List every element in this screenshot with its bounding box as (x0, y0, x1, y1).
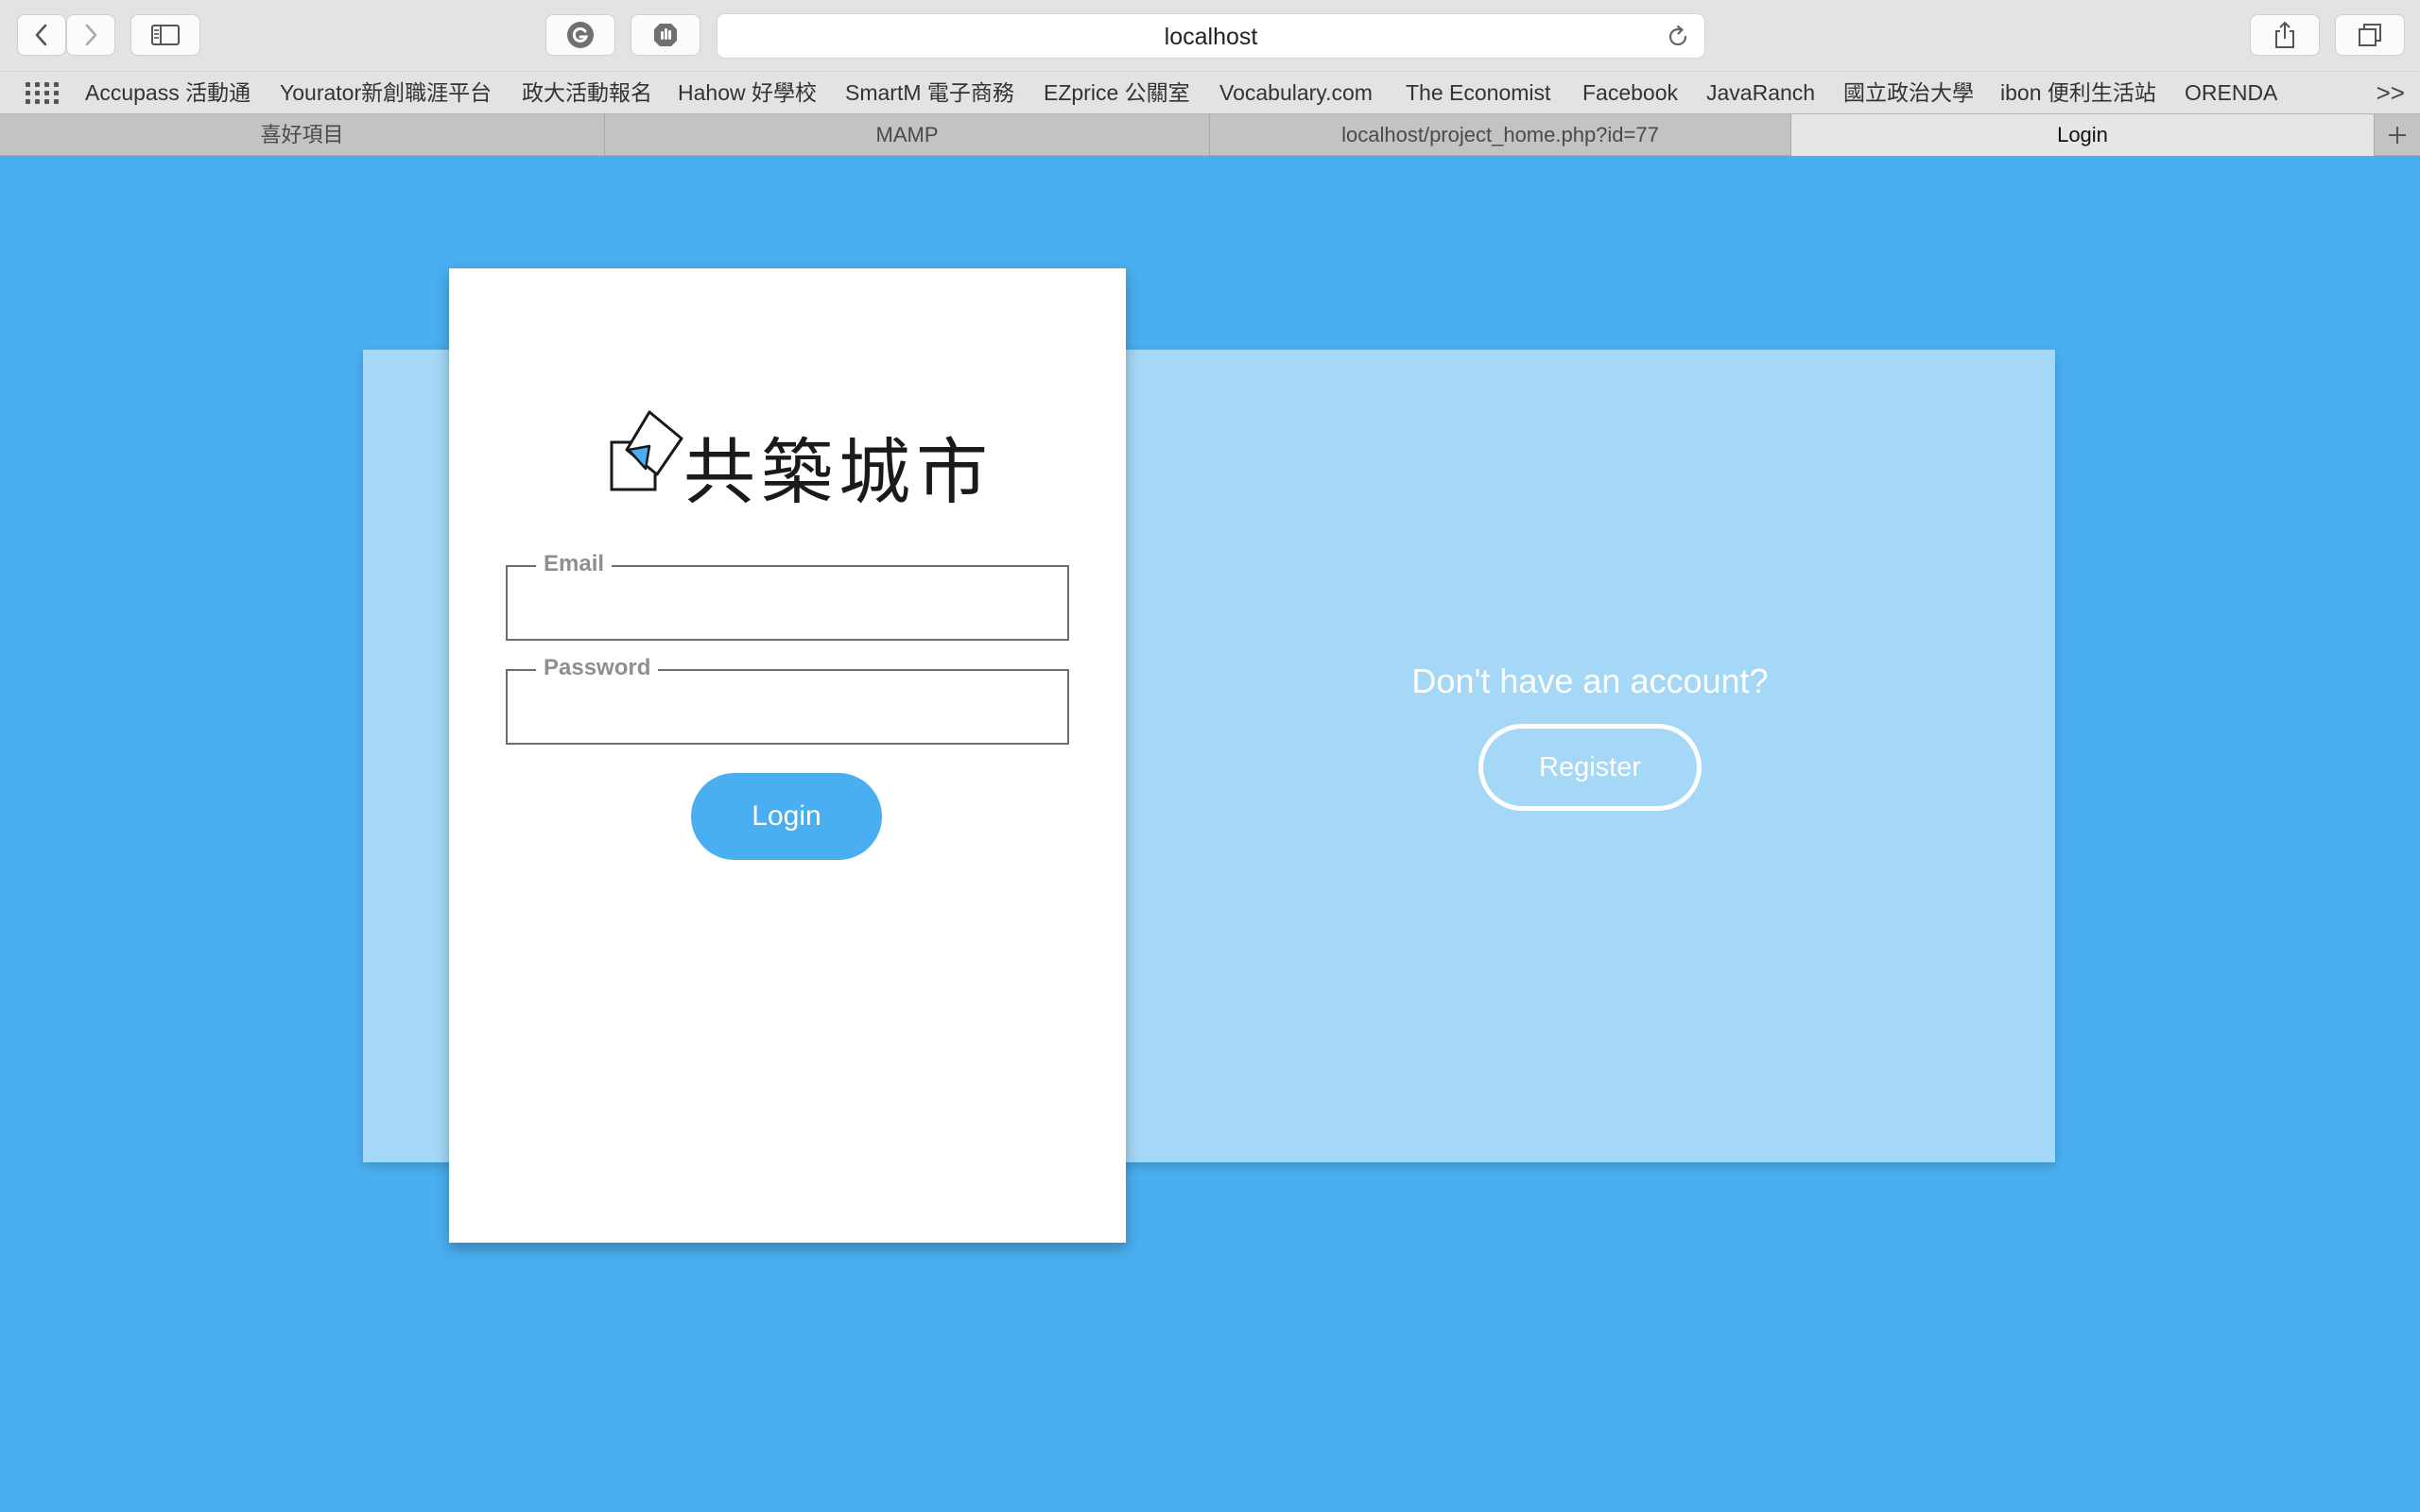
address-bar[interactable]: localhost (717, 13, 1705, 59)
back-icon (35, 24, 47, 46)
share-icon (2275, 21, 2294, 48)
privacy-extension-button[interactable] (631, 14, 700, 56)
email-field: Email (506, 551, 1069, 641)
bookmark-nccu-events[interactable]: 政大活動報名 (522, 72, 652, 114)
tab-favorites[interactable]: 喜好項目 (0, 114, 605, 156)
sidebar-button[interactable] (130, 14, 200, 56)
tab-project-home[interactable]: localhost/project_home.php?id=77 (1210, 114, 1791, 156)
bookmark-facebook[interactable]: Facebook (1582, 72, 1678, 114)
login-button[interactable]: Login (691, 773, 882, 860)
bookmark-nccu[interactable]: 國立政治大學 (1843, 72, 1974, 114)
reload-button[interactable] (1665, 24, 1691, 55)
reload-icon (1668, 25, 1687, 46)
new-tab-button[interactable] (2375, 114, 2420, 156)
privacy-icon (654, 24, 677, 46)
register-prompt: Don't have an account? (1411, 662, 1769, 700)
site-logo: 共築城市 (608, 408, 988, 514)
register-section: Don't have an account? Register (1125, 350, 2055, 1162)
tabs-overview-icon (2359, 24, 2381, 46)
new-tab-icon (2389, 127, 2406, 144)
grammarly-icon (567, 22, 594, 48)
bookmark-javaranch[interactable]: JavaRanch (1706, 72, 1815, 114)
share-button[interactable] (2250, 14, 2320, 56)
logo-wordmark: 共築城市 (683, 430, 994, 514)
password-field: Password (506, 655, 1069, 745)
tab-login[interactable]: Login (1791, 114, 2375, 156)
bookmark-accupass[interactable]: Accupass 活動通 (85, 72, 251, 114)
tab-mamp[interactable]: MAMP (605, 114, 1210, 156)
register-button[interactable]: Register (1478, 724, 1702, 811)
bookmark-orenda[interactable]: ORENDA (2185, 72, 2277, 114)
forward-button[interactable] (66, 14, 115, 56)
tabs-overview-button[interactable] (2335, 14, 2405, 56)
browser-toolbar: localhost (0, 0, 2420, 71)
address-bar-text: localhost (1164, 24, 1258, 50)
back-button[interactable] (17, 14, 66, 56)
email-input[interactable] (508, 567, 1067, 639)
forward-icon (85, 24, 97, 46)
login-card: 共築城市 Email Password Login (449, 268, 1126, 1243)
sidebar-icon (151, 25, 180, 45)
bookmarks-overflow-button[interactable]: >> (2377, 72, 2405, 114)
bookmark-ibon[interactable]: ibon 便利生活站 (2000, 72, 2156, 114)
bookmark-economist[interactable]: The Economist (1406, 72, 1550, 114)
bookmarks-bar: Accupass 活動通 Yourator新創職涯平台 政大活動報名 Hahow… (0, 71, 2420, 113)
grammarly-extension-button[interactable] (545, 14, 615, 56)
bookmark-yourator[interactable]: Yourator新創職涯平台 (280, 72, 492, 114)
logo-icon (610, 410, 683, 491)
password-input[interactable] (508, 671, 1067, 743)
bookmark-vocabulary[interactable]: Vocabulary.com (1219, 72, 1373, 114)
apps-grid-icon[interactable] (26, 82, 59, 105)
bookmark-hahow[interactable]: Hahow 好學校 (678, 72, 817, 114)
tab-bar: 喜好項目 MAMP localhost/project_home.php?id=… (0, 113, 2420, 156)
bookmark-ezprice[interactable]: EZprice 公關室 (1044, 72, 1190, 114)
bookmark-smartm[interactable]: SmartM 電子商務 (845, 72, 1014, 114)
